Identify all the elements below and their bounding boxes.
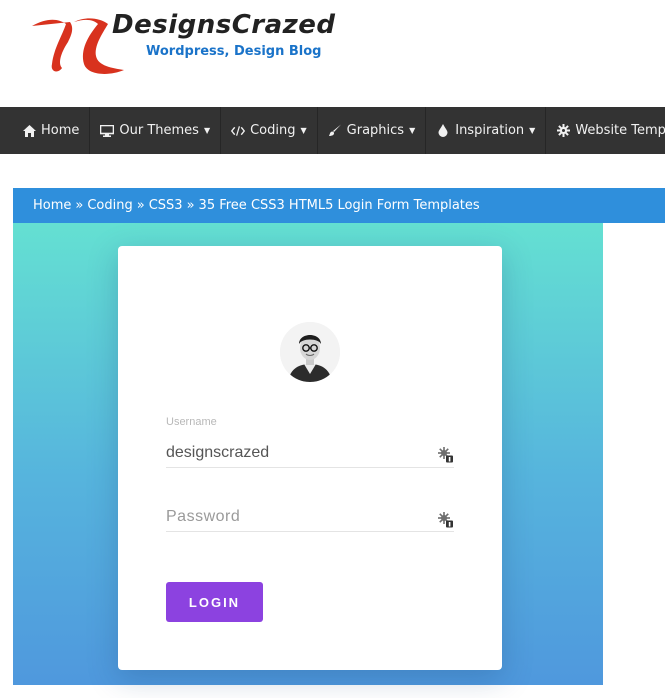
caret-down-icon: ▼ (529, 126, 536, 135)
main-nav: Home Our Themes ▼ Coding ▼ Graphics ▼ In… (0, 107, 665, 154)
caret-down-icon: ▼ (409, 126, 416, 135)
nav-item-our-themes[interactable]: Our Themes ▼ (90, 107, 222, 154)
nav-item-label: Website Templates (575, 123, 665, 138)
password-input[interactable] (166, 502, 454, 532)
nav-item-label: Inspiration (455, 123, 525, 138)
droplet-icon (436, 124, 450, 138)
breadcrumb-separator: » (75, 198, 84, 213)
nav-item-label: Graphics (346, 123, 405, 138)
caret-down-icon: ▼ (300, 126, 307, 135)
home-icon (22, 124, 36, 138)
caret-down-icon: ▼ (203, 126, 211, 135)
autofill-key-icon[interactable] (438, 447, 454, 463)
nav-item-website-templates[interactable]: Website Templates ▼ (546, 107, 665, 154)
breadcrumb-separator: » (136, 198, 145, 213)
nav-item-inspiration[interactable]: Inspiration ▼ (426, 107, 547, 154)
monitor-icon (100, 124, 115, 138)
username-label: Username (166, 416, 217, 428)
username-input[interactable] (166, 438, 454, 468)
nav-item-home[interactable]: Home (0, 107, 91, 154)
gear-icon (556, 124, 570, 138)
code-icon (231, 124, 246, 138)
site-header: DesignsCrazed Wordpress, Design Blog (0, 0, 665, 107)
nav-item-label: Coding (250, 123, 296, 138)
nav-item-coding[interactable]: Coding ▼ (221, 107, 318, 154)
breadcrumb-current-page: 35 Free CSS3 HTML5 Login Form Templates (198, 198, 480, 213)
breadcrumb-css3[interactable]: CSS3 (149, 198, 183, 213)
avatar (280, 322, 340, 382)
nav-item-label: Our Themes (119, 123, 199, 138)
nav-item-label: Home (41, 123, 80, 138)
breadcrumb-coding[interactable]: Coding (87, 198, 132, 213)
nav-item-graphics[interactable]: Graphics ▼ (318, 107, 427, 154)
logo-tagline: Wordpress, Design Blog (146, 44, 322, 59)
login-demo-preview: Username LOGIN (13, 223, 603, 685)
breadcrumb: Home » Coding » CSS3 » 35 Free CSS3 HTML… (13, 188, 665, 223)
autofill-key-icon[interactable] (438, 512, 454, 528)
logo-title[interactable]: DesignsCrazed (112, 10, 336, 40)
brush-icon (328, 124, 342, 138)
breadcrumb-home[interactable]: Home (33, 198, 71, 213)
login-button[interactable]: LOGIN (166, 582, 263, 622)
login-card: Username LOGIN (118, 246, 502, 670)
breadcrumb-separator: » (186, 198, 195, 213)
